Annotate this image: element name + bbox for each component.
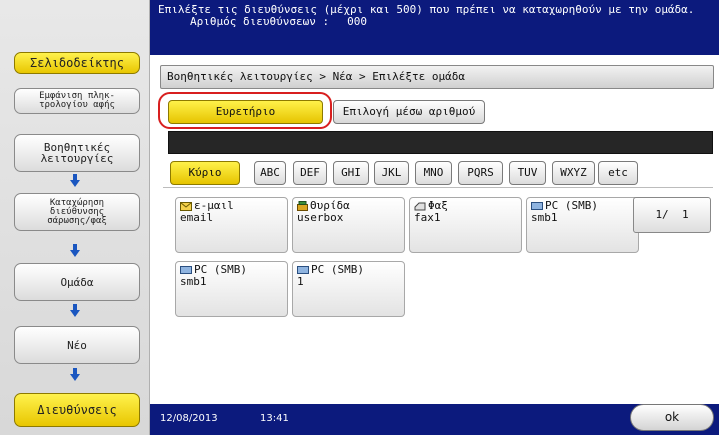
arrow-down-icon [70,368,80,381]
address-type: PC (SMB) [311,263,364,276]
address-name: 1 [297,275,304,288]
tab-select-by-number[interactable]: Επιλογή μέσω αριθμού [333,100,485,124]
address-card[interactable]: PC (SMB) smb1 [526,197,639,253]
index-key-main[interactable]: Κύριο [170,161,240,185]
address-search-field[interactable] [168,131,713,154]
index-key-etc[interactable]: etc [598,161,638,185]
arrow-down-icon [70,174,80,187]
address-card[interactable]: PC (SMB) smb1 [175,261,288,317]
box-icon [297,201,308,211]
index-key-mno[interactable]: MNO [415,161,452,185]
index-key-wxyz[interactable]: WXYZ [552,161,595,185]
page-total: 1 [681,208,689,221]
pc-icon [297,265,309,274]
sidebar-item-utilities[interactable]: Βοηθητικές λειτουργίες [14,134,140,172]
index-key-tuv[interactable]: TUV [509,161,546,185]
page-current: 1/ [655,208,669,221]
breadcrumb: Βοηθητικές λειτουργίες > Νέα > Επιλέξτε … [160,65,714,89]
address-count-value: 000 [347,15,367,28]
index-key-jkl[interactable]: JKL [374,161,409,185]
ok-button[interactable]: ok [630,404,714,431]
address-name: email [180,211,214,224]
arrow-down-icon [70,304,80,317]
left-sidebar: Σελιδοδείκτης Εμφάνιση πληκ- τρολογίου α… [0,0,150,435]
sidebar-item-address-registration[interactable]: Καταχώρηση διεύθυνσης σάρωσης/φαξ [14,193,140,231]
address-name: fax1 [414,211,441,224]
arrow-down-icon [70,244,80,257]
pc-icon [180,265,192,274]
index-key-pqrs[interactable]: PQRS [458,161,503,185]
address-card[interactable]: PC (SMB) 1 [292,261,405,317]
address-count-row: Αριθμός διευθύνσεων : 000 [190,16,711,28]
sidebar-item-group[interactable]: Ομάδα [14,263,140,301]
address-card[interactable]: Θυρίδα userbox [292,197,405,253]
address-count-label: Αριθμός διευθύνσεων : [190,15,330,28]
address-name: smb1 [531,211,558,224]
footer-time: 13:41 [260,413,289,424]
instruction-header: Επιλέξτε τις διευθύνσεις (μέχρι και 500)… [150,0,719,55]
sidebar-item-new[interactable]: Νέο [14,326,140,364]
keyboard-display-button[interactable]: Εμφάνιση πληκ- τρολογίου αφής [14,88,140,114]
bookmark-button[interactable]: Σελιδοδείκτης [14,52,140,74]
address-card[interactable]: ε-μαιl email [175,197,288,253]
sidebar-item-addresses[interactable]: Διευθύνσεις [14,393,140,427]
page-indicator: 1/ 1 [633,197,711,233]
footer-date: 12/08/2013 [160,413,218,424]
address-name: userbox [297,211,344,224]
tab-index[interactable]: Ευρετήριο [168,100,323,124]
pc-icon [531,201,543,210]
address-card[interactable]: Φαξ fax1 [409,197,522,253]
index-key-ghi[interactable]: GHI [333,161,369,185]
index-key-def[interactable]: DEF [293,161,327,185]
fax-icon [414,202,426,210]
address-name: smb1 [180,275,207,288]
email-icon [180,201,192,211]
index-key-abc[interactable]: ABC [254,161,286,185]
